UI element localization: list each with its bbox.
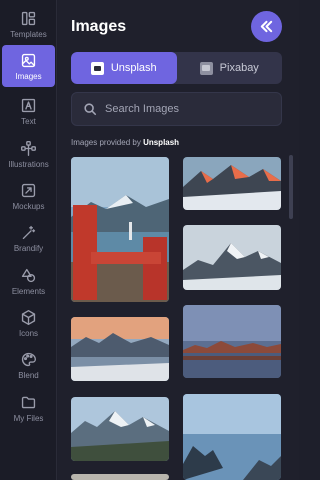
rail-item-brandify[interactable]: Brandify bbox=[0, 217, 57, 259]
search-input[interactable] bbox=[105, 103, 275, 115]
text-icon bbox=[20, 96, 38, 114]
rail-item-my-files[interactable]: My Files bbox=[0, 387, 57, 429]
image-thumbnail[interactable] bbox=[183, 225, 281, 290]
dusk-mountain-lake-photo bbox=[71, 317, 169, 381]
palette-icon bbox=[20, 350, 38, 368]
partial-photo bbox=[71, 474, 169, 480]
panel-scrollbar[interactable] bbox=[289, 155, 293, 219]
rail-item-images[interactable]: Images bbox=[2, 45, 55, 87]
tab-label: Unsplash bbox=[110, 62, 157, 74]
image-thumbnail[interactable] bbox=[71, 474, 169, 480]
alpine-valley-photo bbox=[71, 397, 169, 461]
shapes-icon bbox=[20, 266, 38, 284]
search-box[interactable] bbox=[71, 92, 282, 126]
image-thumbnail[interactable] bbox=[183, 157, 281, 210]
images-editor: Templates Images Text Illustrations Mock… bbox=[0, 0, 299, 480]
rail-item-illustrations[interactable]: Illustrations bbox=[0, 133, 57, 175]
mockups-icon bbox=[20, 181, 38, 199]
rail-label: Text bbox=[21, 117, 36, 126]
rail-label: Icons bbox=[18, 329, 39, 338]
credit-source-link[interactable]: Unsplash bbox=[143, 138, 179, 147]
tab-label: Pixabay bbox=[219, 62, 259, 74]
rail-item-icons[interactable]: Icons bbox=[0, 302, 57, 344]
credit-prefix: Images provided by bbox=[71, 138, 141, 147]
rail-label: Images bbox=[15, 72, 42, 81]
rail-label: My Files bbox=[13, 414, 44, 423]
double-chevron-left-icon bbox=[259, 19, 274, 34]
image-thumbnail[interactable] bbox=[183, 305, 281, 378]
tab-unsplash[interactable]: Unsplash bbox=[71, 52, 177, 84]
search-icon bbox=[83, 102, 97, 116]
images-panel: Images Unsplash Pixabay Images provided … bbox=[58, 0, 299, 480]
image-icon bbox=[20, 51, 38, 69]
unsplash-logo-icon bbox=[90, 61, 104, 75]
cube-icon bbox=[20, 308, 38, 326]
folder-icon bbox=[20, 393, 38, 411]
pixabay-logo-icon bbox=[199, 61, 213, 75]
image-thumbnail[interactable] bbox=[71, 317, 169, 381]
mountain-range-photo bbox=[183, 225, 281, 290]
rail-label: Illustrations bbox=[8, 160, 49, 169]
rail-item-templates[interactable]: Templates bbox=[0, 3, 57, 45]
snowy-peaks-photo bbox=[183, 157, 281, 210]
side-rail: Templates Images Text Illustrations Mock… bbox=[0, 0, 57, 480]
rail-item-mockups[interactable]: Mockups bbox=[0, 175, 57, 217]
templates-icon bbox=[20, 9, 38, 27]
panel-title: Images bbox=[71, 18, 127, 35]
image-credit: Images provided by Unsplash bbox=[71, 138, 179, 147]
rail-item-blend[interactable]: Blend bbox=[0, 344, 57, 386]
collapse-panel-button[interactable] bbox=[251, 11, 282, 42]
sky-peaks-photo bbox=[183, 394, 281, 480]
rail-label: Brandify bbox=[13, 244, 44, 253]
image-thumbnail[interactable] bbox=[71, 157, 169, 302]
illustrations-icon bbox=[20, 139, 38, 157]
magic-wand-icon bbox=[20, 223, 38, 241]
rail-label: Templates bbox=[10, 30, 47, 39]
image-thumbnail[interactable] bbox=[71, 397, 169, 461]
lake-chairs-photo bbox=[71, 157, 169, 302]
rail-label: Elements bbox=[11, 287, 46, 296]
rail-label: Blend bbox=[18, 371, 39, 380]
tab-pixabay[interactable]: Pixabay bbox=[177, 52, 283, 84]
rail-item-text[interactable]: Text bbox=[0, 90, 57, 132]
source-tabs: Unsplash Pixabay bbox=[71, 52, 282, 84]
lake-reflection-photo bbox=[183, 305, 281, 378]
rail-item-elements[interactable]: Elements bbox=[0, 260, 57, 302]
image-thumbnail[interactable] bbox=[183, 394, 281, 480]
rail-label: Mockups bbox=[12, 202, 45, 211]
